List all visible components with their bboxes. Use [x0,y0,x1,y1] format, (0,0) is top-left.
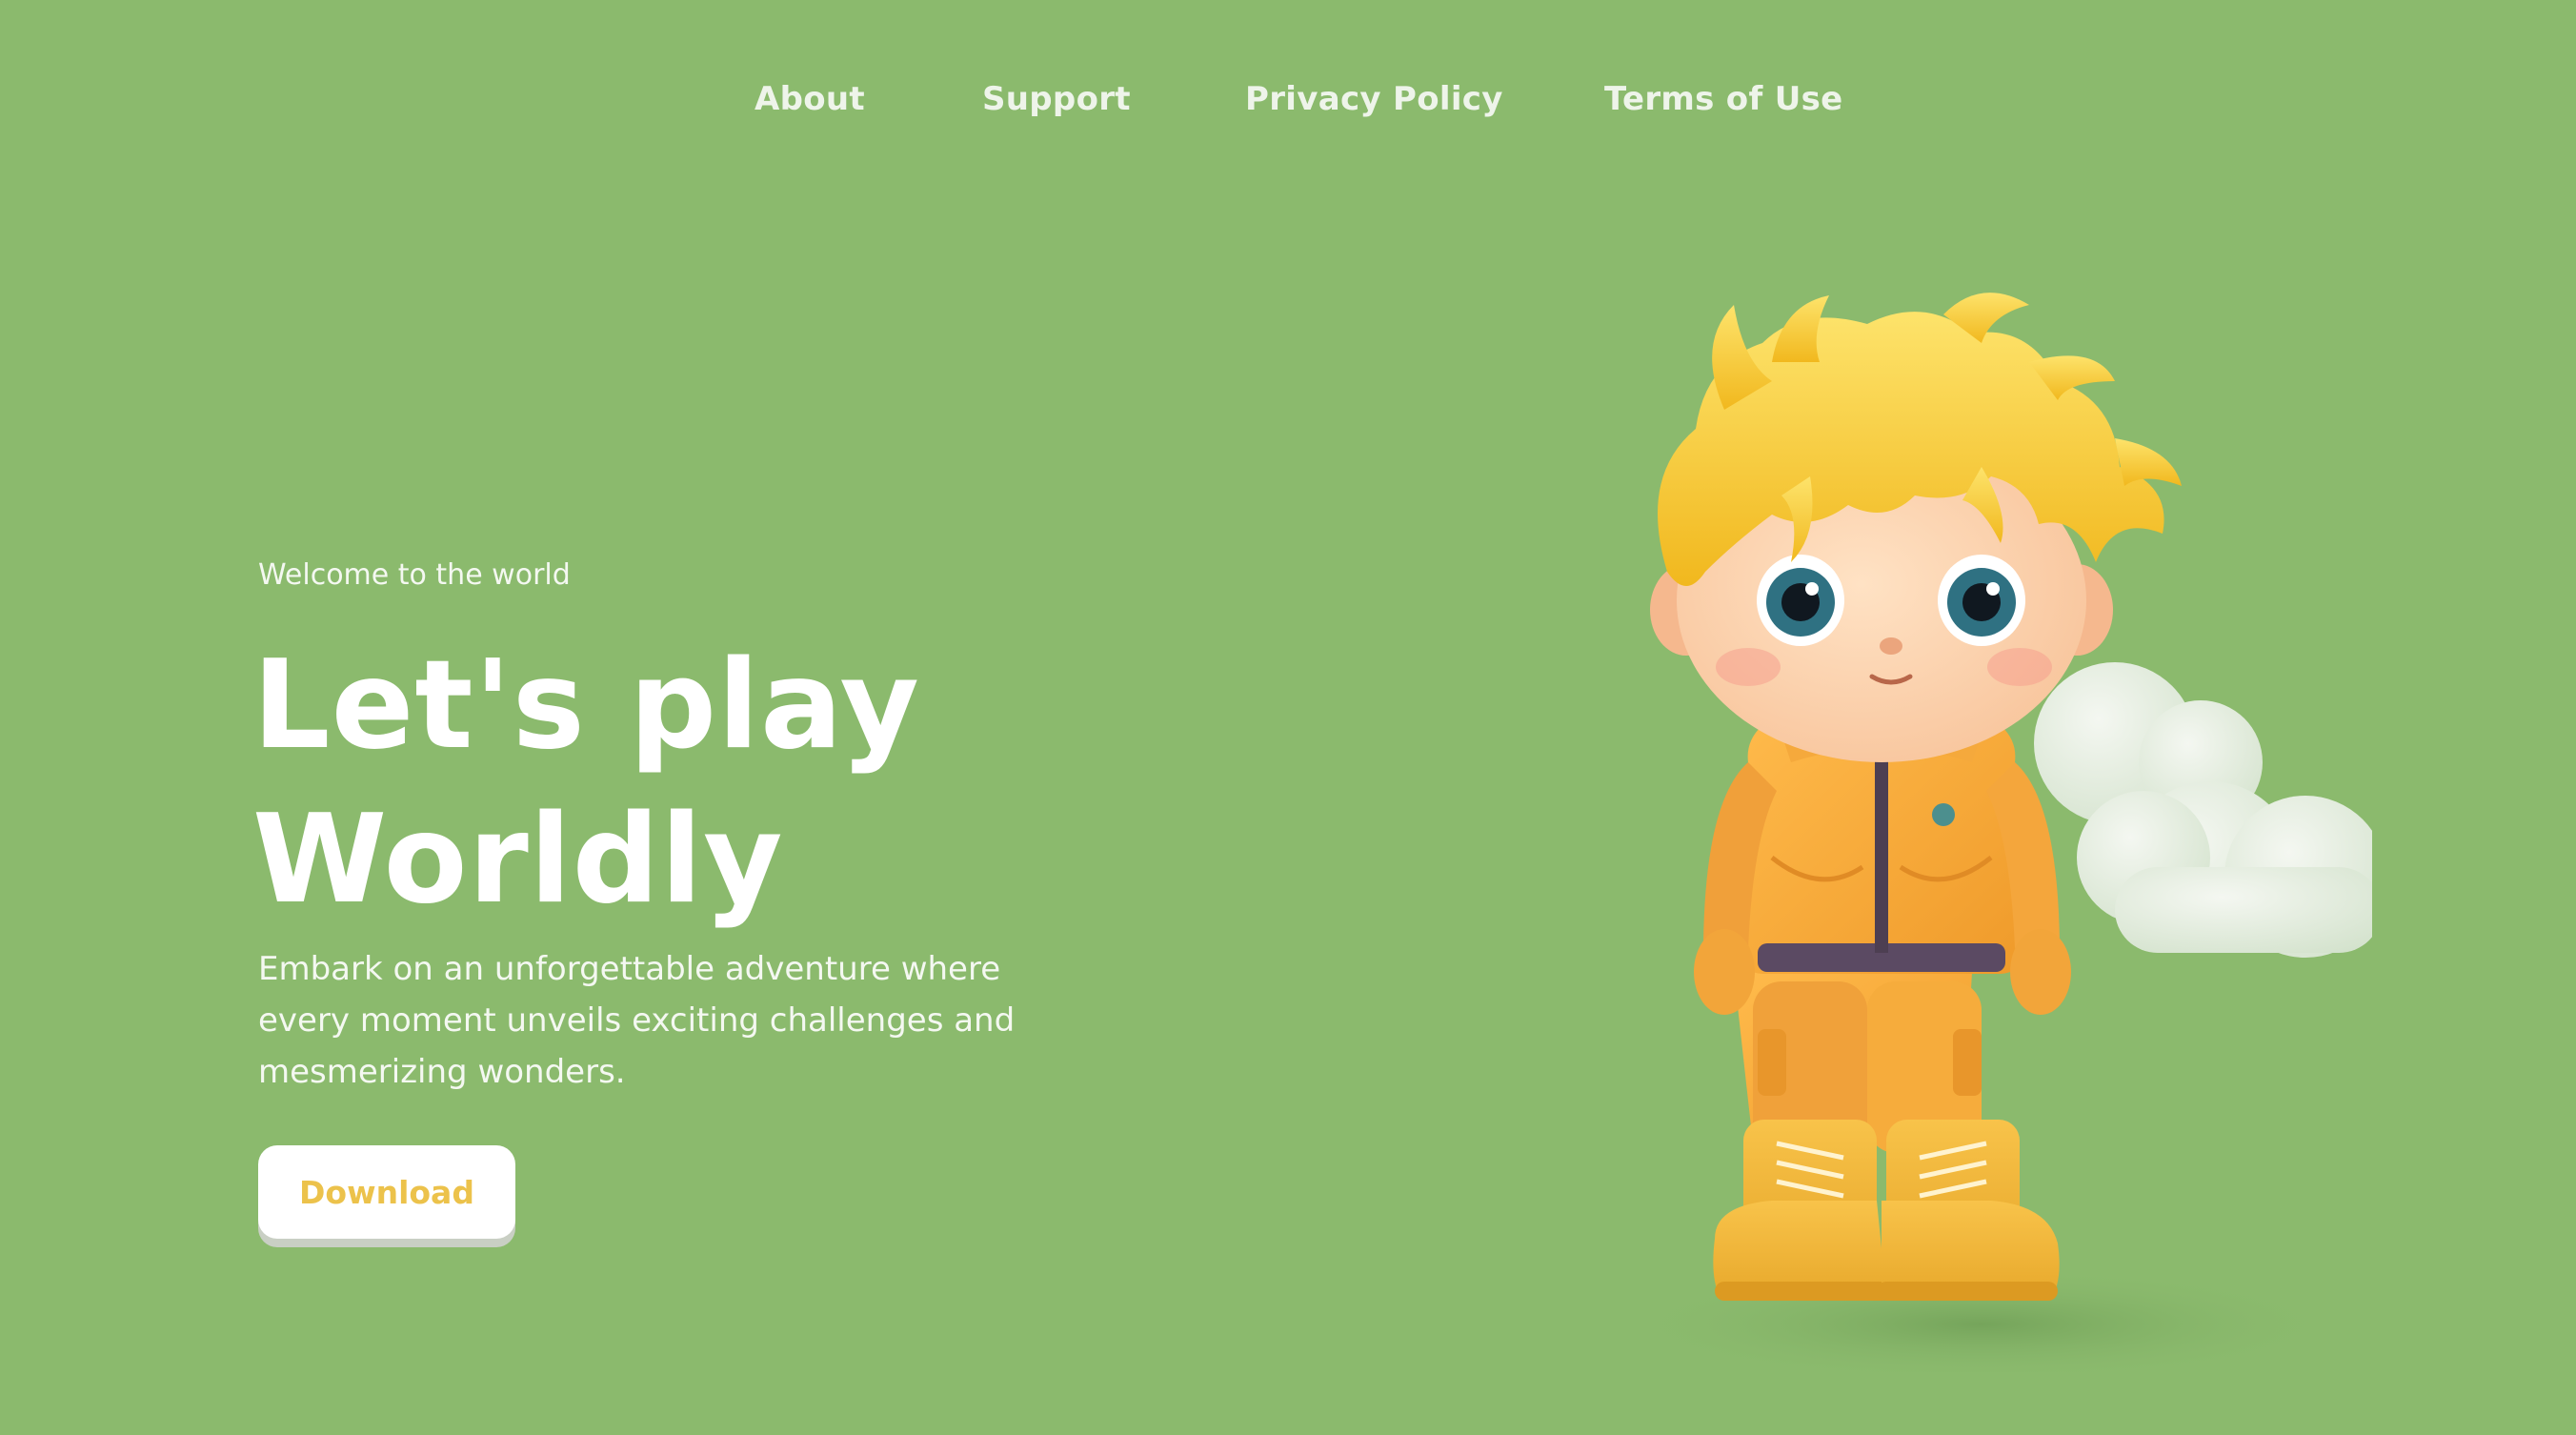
hero-eyebrow: Welcome to the world [258,558,571,592]
nav-link-privacy-policy[interactable]: Privacy Policy [1245,80,1503,118]
hero-headline: Let's play Worldly [252,629,920,938]
landing-page: About Support Privacy Policy Terms of Us… [0,0,2576,1435]
right-boot [1877,1120,2060,1301]
hero-headline-line-2: Worldly [252,789,784,931]
cloud-shape [2034,662,2372,958]
nav-link-terms-of-use[interactable]: Terms of Use [1604,80,1843,118]
nav-link-support[interactable]: Support [982,80,1131,118]
nav-link-about[interactable]: About [755,80,865,118]
download-button[interactable]: Download [258,1145,515,1239]
character-illustration [1620,293,2372,1372]
hero-headline-line-1: Let's play [252,635,920,777]
hero-description: Embark on an unforgettable adventure whe… [258,950,1016,1091]
left-boot [1713,1120,1891,1301]
